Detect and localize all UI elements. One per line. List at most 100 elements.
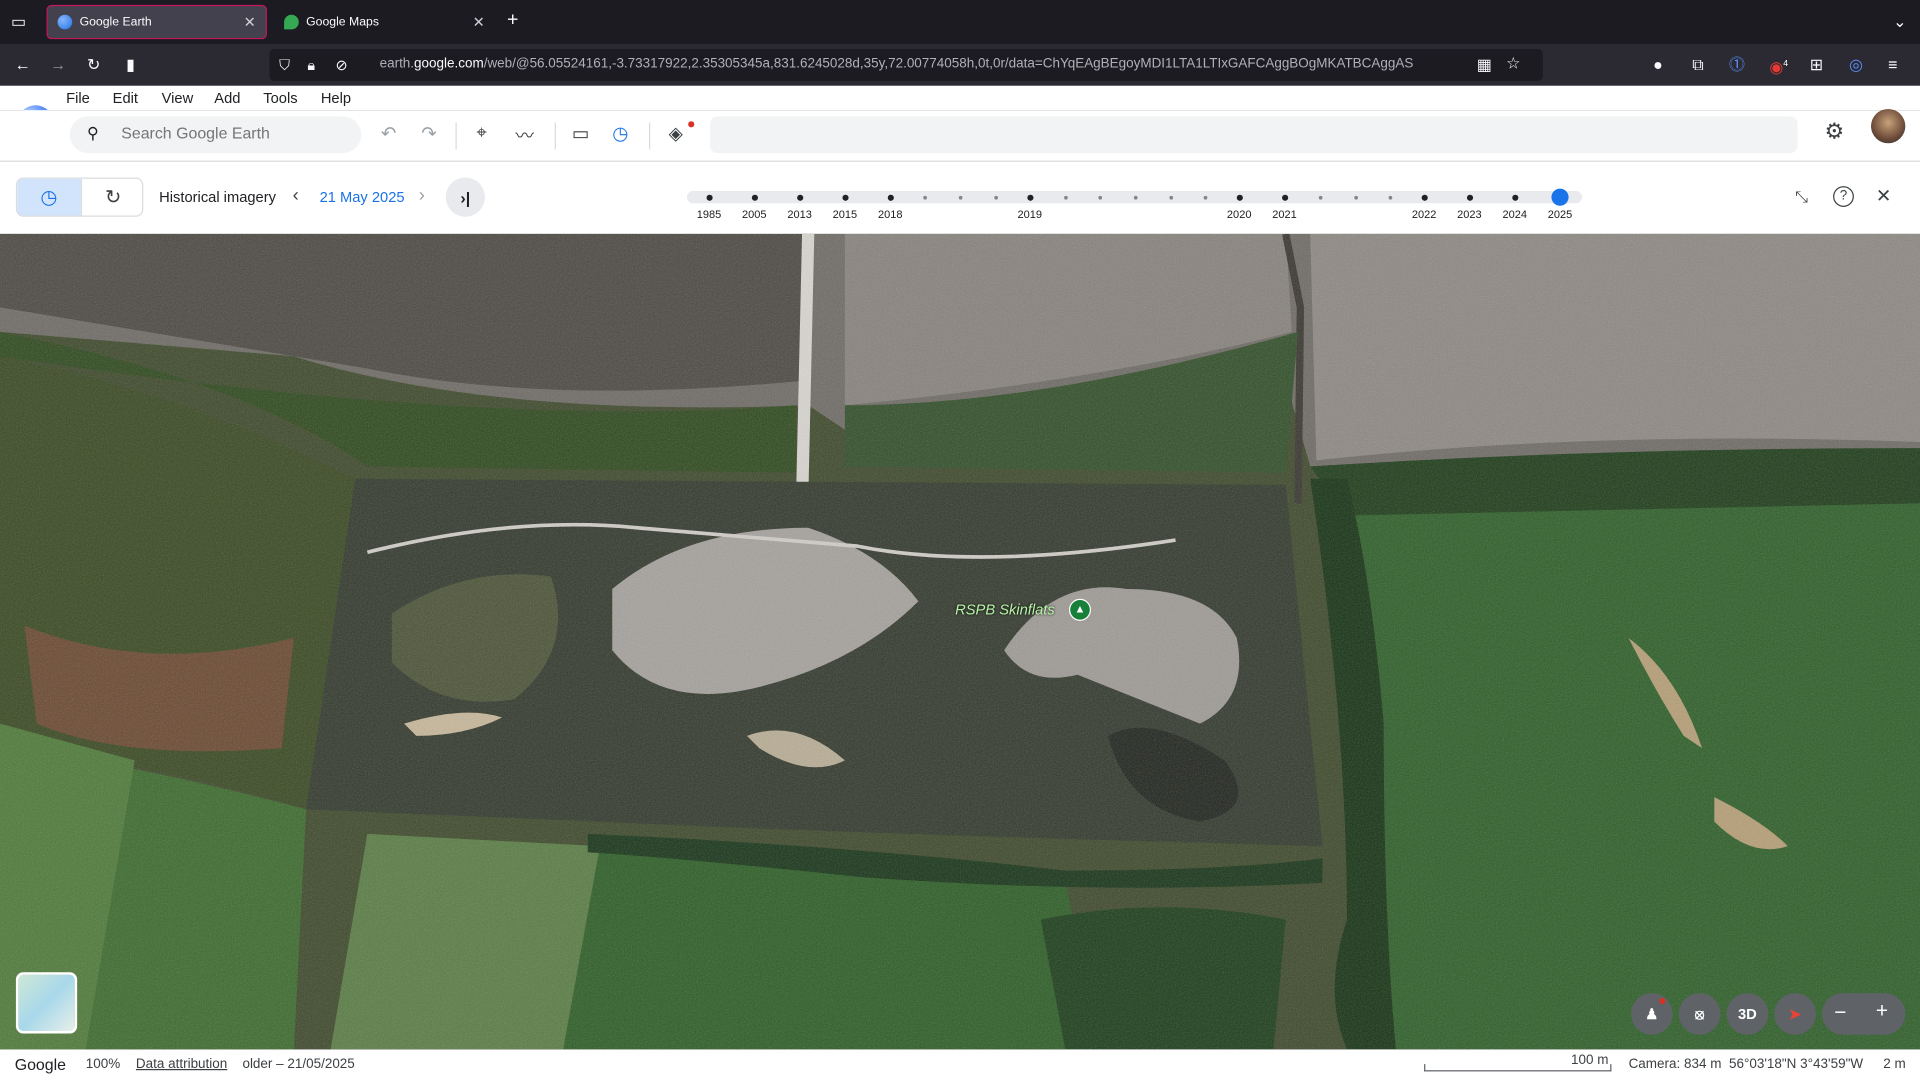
satellite-map-view[interactable]: RSPB Skinflats ▲ (0, 233, 1920, 1050)
timeline-minor-tick[interactable] (1354, 195, 1358, 200)
timeline-year-label[interactable]: 1985 (697, 208, 722, 220)
timeline-year-dot[interactable] (1512, 194, 1519, 201)
timeline-year-dot[interactable] (1027, 194, 1034, 201)
tab-google-earth[interactable]: Google Earth ✕ (46, 4, 267, 40)
addon-badge-count: 4 (1783, 60, 1789, 69)
timeline-year-label[interactable]: 2005 (742, 208, 767, 220)
shield-icon[interactable]: ⛉ (279, 55, 290, 75)
street-view-pegman-button[interactable]: ♟ (1631, 993, 1673, 1035)
timeline-year-label[interactable]: 2020 (1227, 208, 1252, 220)
password-manager-icon[interactable]: ⓵ (1729, 55, 1745, 75)
timeline-minor-tick[interactable] (1169, 195, 1174, 200)
back-icon[interactable]: ← (15, 55, 31, 75)
timeline-year-label[interactable]: 2015 (833, 208, 858, 220)
timeline-year-dot[interactable] (1282, 194, 1289, 201)
menu-help[interactable]: Help (321, 89, 351, 106)
permissions-icon[interactable]: ⊘ (336, 55, 348, 75)
account-icon[interactable]: ● (1653, 55, 1663, 75)
timeline-year-label[interactable]: 2018 (878, 208, 903, 220)
compass-icon[interactable]: ➤ (1774, 993, 1816, 1035)
timeline-minor-tick[interactable] (1318, 195, 1323, 200)
menu-file[interactable]: File (66, 89, 90, 106)
timeline-year-dot[interactable] (751, 194, 758, 201)
forward-icon[interactable]: → (50, 55, 66, 75)
timeline-year-dot[interactable] (706, 194, 713, 201)
user-avatar[interactable] (1871, 108, 1906, 144)
apps-grid-icon[interactable]: ⊞ (1810, 55, 1823, 75)
data-attribution-link[interactable]: Data attribution (136, 1057, 227, 1072)
reset-tilt-button[interactable]: ⦻ (1678, 993, 1721, 1035)
timeline-year-dot[interactable] (1236, 194, 1243, 201)
reload-icon[interactable]: ↻ (87, 55, 100, 75)
qr-grid-icon[interactable]: ▦ (1477, 55, 1492, 75)
timeline-year-dot[interactable] (1421, 194, 1428, 201)
tab-google-maps[interactable]: Google Maps ✕ (274, 5, 494, 39)
menu-edit[interactable]: Edit (113, 89, 138, 106)
address-bar[interactable]: ⛉ 🔒︎ ⊘ earth.google.com/web/@56.05524161… (269, 48, 1543, 81)
timeline-year-dot[interactable] (1551, 188, 1569, 206)
park-marker-icon[interactable]: ▲ (1068, 598, 1092, 621)
historical-imagery-mode-button[interactable]: ◷ (17, 178, 81, 216)
search-input[interactable] (121, 123, 342, 143)
selected-date[interactable]: 21 May 2025 (320, 189, 405, 206)
tab-list-icon[interactable]: ▭ (11, 12, 26, 32)
timeline-year-label[interactable]: 2024 (1502, 208, 1527, 220)
timeline-minor-tick[interactable] (958, 195, 963, 200)
historical-imagery-icon[interactable]: ◷ (612, 122, 628, 145)
settings-gear-icon[interactable]: ⚙ (1825, 119, 1845, 145)
timeline-year-label[interactable]: 2023 (1457, 208, 1482, 220)
profile-ring-icon[interactable]: ◎ (1849, 55, 1863, 75)
close-tab-icon[interactable]: ✕ (244, 13, 256, 30)
timeline-year-label[interactable]: 2021 (1272, 208, 1297, 220)
timeline-minor-tick[interactable] (1133, 195, 1138, 200)
timeline-minor-tick[interactable] (1388, 195, 1393, 200)
timeline-year-dot[interactable] (1466, 194, 1474, 201)
menu-tools[interactable]: Tools (263, 89, 297, 106)
timeline-year-dot[interactable] (887, 194, 894, 201)
latest-imagery-button[interactable]: ›| (445, 177, 485, 217)
menu-hamburger-icon[interactable]: ≡ (1888, 55, 1897, 75)
history-mode-toggle: ◷ ↻ (15, 177, 144, 217)
timeline-year-label[interactable]: 2022 (1412, 208, 1437, 220)
collapse-panel-icon[interactable]: ⤡ (1795, 187, 1808, 207)
map-style-thumbnail[interactable] (15, 972, 78, 1034)
addon-badge-icon[interactable]: ◉4 (1769, 55, 1788, 77)
timeline-minor-tick[interactable] (923, 195, 927, 200)
timeline-minor-tick[interactable] (1098, 195, 1103, 200)
search-box[interactable]: ⚲ (69, 116, 362, 154)
timeline-minor-tick[interactable] (1203, 195, 1208, 200)
previous-date-icon[interactable]: ‹ (293, 185, 299, 206)
zoom-in-icon[interactable]: + (1876, 999, 1888, 1023)
toolbar-divider (554, 122, 556, 150)
refresh-imagery-button[interactable]: ↻ (80, 178, 142, 216)
place-label-rspb-skinflats[interactable]: RSPB Skinflats (955, 601, 1055, 618)
timeline-minor-tick[interactable] (994, 195, 998, 200)
timeline-year-dot[interactable] (842, 194, 849, 201)
add-path-icon[interactable]: 〰 (516, 122, 534, 148)
next-date-icon[interactable]: › (419, 185, 425, 206)
toggle-3d-button[interactable]: 3D (1726, 993, 1769, 1035)
timeline-year-label[interactable]: 2019 (1018, 208, 1043, 220)
map-layers-icon[interactable]: ◈ (669, 122, 683, 145)
chevron-down-icon[interactable]: ⌄ (1893, 12, 1906, 32)
measure-ruler-icon[interactable]: ▭ (572, 122, 589, 145)
redo-icon[interactable]: ↷ (421, 122, 436, 145)
close-tab-icon[interactable]: ✕ (473, 13, 485, 30)
satellite-imagery[interactable] (0, 233, 1920, 1050)
timeline-year-dot[interactable] (797, 194, 804, 201)
timeline-year-label[interactable]: 2013 (787, 208, 812, 220)
menu-view[interactable]: View (162, 89, 194, 106)
add-placemark-icon[interactable]: ⌖ (476, 122, 486, 143)
page-icon[interactable]: ▮ (126, 55, 135, 75)
undo-icon[interactable]: ↶ (381, 122, 396, 145)
timeline-year-label[interactable]: 2025 (1548, 208, 1573, 220)
zoom-out-icon[interactable]: − (1834, 1000, 1846, 1024)
lock-icon[interactable]: 🔒︎ (307, 55, 315, 75)
bookmark-star-icon[interactable]: ☆ (1506, 54, 1520, 74)
timeline-minor-tick[interactable] (1064, 195, 1068, 200)
menu-add[interactable]: Add (214, 89, 240, 106)
close-panel-icon[interactable]: ✕ (1876, 185, 1891, 207)
extensions-puzzle-icon[interactable]: ⧉ (1692, 55, 1703, 75)
help-icon[interactable]: ? (1833, 186, 1854, 207)
new-tab-icon[interactable]: + (507, 10, 518, 31)
